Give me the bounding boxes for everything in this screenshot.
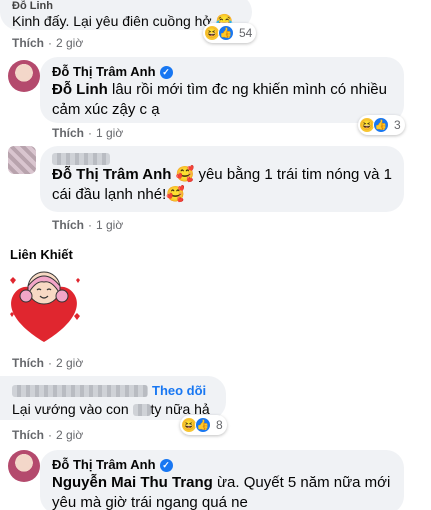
avatar[interactable] <box>8 60 40 92</box>
comment-author-4[interactable]: Liên Khiết <box>10 247 73 262</box>
reaction-count-1: 54 <box>239 26 253 40</box>
comment-time-5[interactable]: 2 giờ <box>56 428 83 442</box>
heart-sticker <box>4 266 84 346</box>
comment-author-1[interactable]: Đỗ Linh <box>12 1 240 12</box>
comment-time-3[interactable]: 1 giờ <box>96 218 123 232</box>
like-reaction-icon: 👍 <box>218 25 234 41</box>
comment-time-1[interactable]: 2 giờ <box>56 36 83 50</box>
heart-sticker-icon <box>10 271 80 342</box>
comment-actions-4: Thích · 2 giờ <box>12 356 84 370</box>
comment-time-4[interactable]: 2 giờ <box>56 356 83 370</box>
verified-badge-icon: ✓ <box>159 65 173 79</box>
blurred-author-name <box>12 385 148 397</box>
comment-bubble-5: Theo dõi Lại vướng vào con ty nữa hả <box>0 376 226 420</box>
comment-actions-2: Thích · 1 giờ <box>52 126 124 140</box>
like-button-5[interactable]: Thích <box>12 428 44 442</box>
reaction-summary-2[interactable]: 😆 👍 3 <box>358 115 405 135</box>
mention-link[interactable]: Đỗ Thị Trâm Anh <box>52 166 171 183</box>
comment-bubble-3: Đỗ Thị Trâm Anh 🥰 yêu bằng 1 trái tim nó… <box>40 146 404 212</box>
avatar[interactable] <box>8 450 40 482</box>
mention-link[interactable]: Đỗ Linh <box>52 81 108 98</box>
comment-actions-5: Thích · 2 giờ <box>12 428 84 442</box>
comment-author-6[interactable]: Đỗ Thị Trâm Anh <box>52 457 156 473</box>
like-button-3[interactable]: Thích <box>52 218 84 232</box>
avatar[interactable] <box>8 146 36 174</box>
follow-link[interactable]: Theo dõi <box>152 383 206 399</box>
comment-text-6: Nguyễn Mai Thu Trang ừa. Quyết 5 năm nữa… <box>52 474 391 510</box>
reaction-summary-5[interactable]: 😆 👍 8 <box>180 415 227 435</box>
comment-time-2[interactable]: 1 giờ <box>96 126 123 140</box>
blurred-author-name <box>52 153 110 165</box>
comment-author-2[interactable]: Đỗ Thị Trâm Anh <box>52 64 156 80</box>
like-button-2[interactable]: Thích <box>52 126 84 140</box>
verified-badge-icon: ✓ <box>159 458 173 472</box>
comment-bubble-6: Đỗ Thị Trâm Anh ✓ Nguyễn Mai Thu Trang ừ… <box>40 450 404 510</box>
comment-text-2: Đỗ Linh lâu rồi mới tìm đc ng khiến mình… <box>52 81 387 118</box>
like-button-1[interactable]: Thích <box>12 36 44 50</box>
comment-text-3: Đỗ Thị Trâm Anh 🥰 yêu bằng 1 trái tim nó… <box>52 166 392 203</box>
censored-word <box>132 404 151 417</box>
mention-link[interactable]: Nguyễn Mai Thu Trang <box>52 474 213 491</box>
comment-actions-3: Thích · 1 giờ <box>52 218 124 232</box>
reaction-count-2: 3 <box>394 118 401 132</box>
comment-bubble-2: Đỗ Thị Trâm Anh ✓ Đỗ Linh lâu rồi mới tì… <box>40 57 404 123</box>
like-reaction-icon: 👍 <box>373 117 389 133</box>
comment-actions-1: Thích · 2 giờ <box>12 36 84 50</box>
reaction-summary-1[interactable]: 😆 👍 54 <box>203 23 257 43</box>
reaction-count-5: 8 <box>216 418 223 432</box>
like-button-4[interactable]: Thích <box>12 356 44 370</box>
like-reaction-icon: 👍 <box>195 417 211 433</box>
